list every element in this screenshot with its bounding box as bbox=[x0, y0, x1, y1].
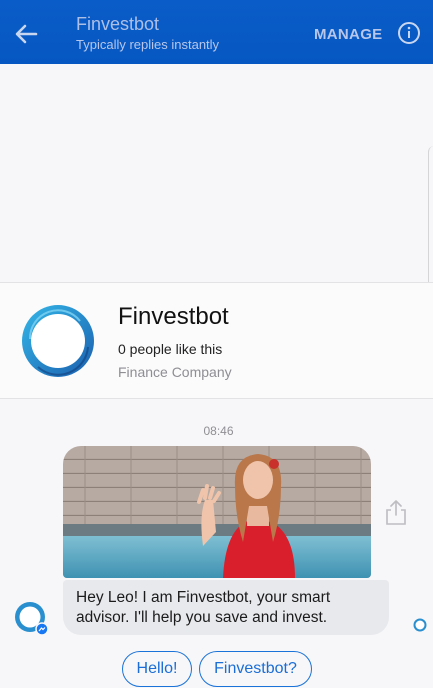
chat-subtitle: Typically replies instantly bbox=[76, 37, 220, 52]
info-icon[interactable] bbox=[397, 21, 421, 45]
back-arrow-icon[interactable] bbox=[12, 20, 40, 48]
message-text: Hey Leo! I am Finvestbot, your smart adv… bbox=[76, 589, 331, 626]
gif-image bbox=[63, 446, 371, 578]
page-name: Finvestbot bbox=[118, 303, 229, 330]
finvestbot-logo-icon bbox=[22, 305, 94, 377]
quick-reply-hello[interactable]: Hello! bbox=[122, 651, 192, 687]
share-icon[interactable] bbox=[384, 498, 408, 526]
message-bubble[interactable]: Hey Leo! I am Finvestbot, your smart adv… bbox=[63, 580, 389, 635]
read-receipt-icon bbox=[413, 618, 427, 632]
messenger-badge-icon bbox=[15, 602, 49, 636]
page-likes: 0 people like this bbox=[118, 341, 223, 357]
quick-reply-finvestbot[interactable]: Finvestbot? bbox=[199, 651, 312, 687]
app-header: Finvestbot Typically replies instantly M… bbox=[0, 0, 433, 64]
page-category: Finance Company bbox=[118, 364, 232, 380]
manage-button[interactable]: MANAGE bbox=[314, 26, 382, 43]
message-timestamp: 08:46 bbox=[203, 424, 234, 438]
gif-attachment[interactable] bbox=[63, 446, 371, 578]
page-info-card[interactable]: Finvestbot 0 people like this Finance Co… bbox=[0, 282, 433, 399]
chat-title[interactable]: Finvestbot bbox=[76, 14, 159, 35]
